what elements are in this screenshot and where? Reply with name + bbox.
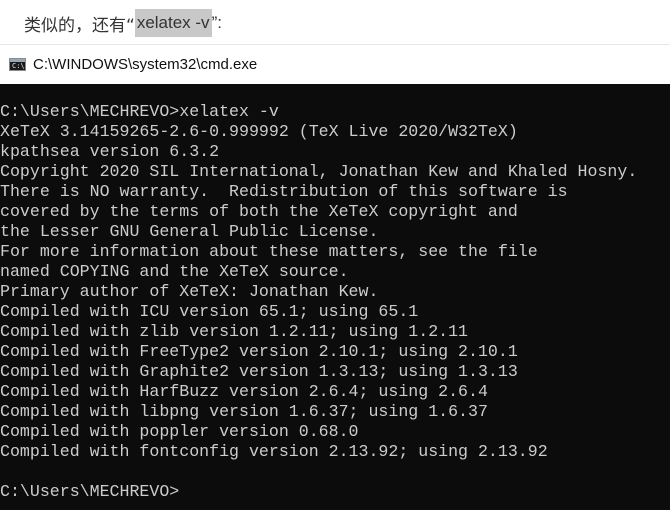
console-line: kpathsea version 6.3.2 (0, 142, 220, 161)
console-line: covered by the terms of both the XeTeX c… (0, 202, 518, 221)
console-line: Compiled with ICU version 65.1; using 65… (0, 302, 419, 321)
cmd-window: C:\ C:\WINDOWS\system32\cmd.exe C:\Users… (0, 44, 670, 510)
console-line: Compiled with fontconfig version 2.13.92… (0, 442, 548, 461)
cmd-icon-prompt-glyph: C:\ (12, 62, 25, 70)
console-line: There is NO warranty. Redistribution of … (0, 182, 568, 201)
console-line: Compiled with libpng version 1.6.37; usi… (0, 402, 488, 421)
console-line: Copyright 2020 SIL International, Jonath… (0, 162, 638, 181)
console-output[interactable]: C:\Users\MECHREVO>xelatex -v XeTeX 3.141… (0, 102, 670, 502)
console-line: Compiled with zlib version 1.2.11; using… (0, 322, 469, 341)
article-text-line: 类似的，还有“ xelatex -v”: (24, 8, 222, 38)
console-line: the Lesser GNU General Public License. (0, 222, 379, 241)
window-title: C:\WINDOWS\system32\cmd.exe (33, 56, 258, 73)
console-line: Primary author of XeTeX: Jonathan Kew. (0, 282, 379, 301)
article-text-before: 类似的，还有“ (24, 15, 135, 36)
window-title-bar[interactable]: C:\ C:\WINDOWS\system32\cmd.exe (0, 44, 670, 84)
console-line: Compiled with FreeType2 version 2.10.1; … (0, 342, 518, 361)
console-line: XeTeX 3.14159265-2.6-0.999992 (TeX Live … (0, 122, 518, 141)
console-line: For more information about these matters… (0, 242, 538, 261)
console-line: C:\Users\MECHREVO>xelatex -v (0, 102, 279, 121)
console-line: named COPYING and the XeTeX source. (0, 262, 349, 281)
console-line: Compiled with poppler version 0.68.0 (0, 422, 359, 441)
article-text-after: ”: (211, 13, 222, 32)
console-line: Compiled with Graphite2 version 1.3.13; … (0, 362, 518, 381)
cmd-app-icon: C:\ (9, 58, 26, 71)
console-line: Compiled with HarfBuzz version 2.6.4; us… (0, 382, 488, 401)
highlighted-command-text: xelatex -v (134, 9, 212, 37)
console-prompt-line[interactable]: C:\Users\MECHREVO> (0, 482, 670, 502)
